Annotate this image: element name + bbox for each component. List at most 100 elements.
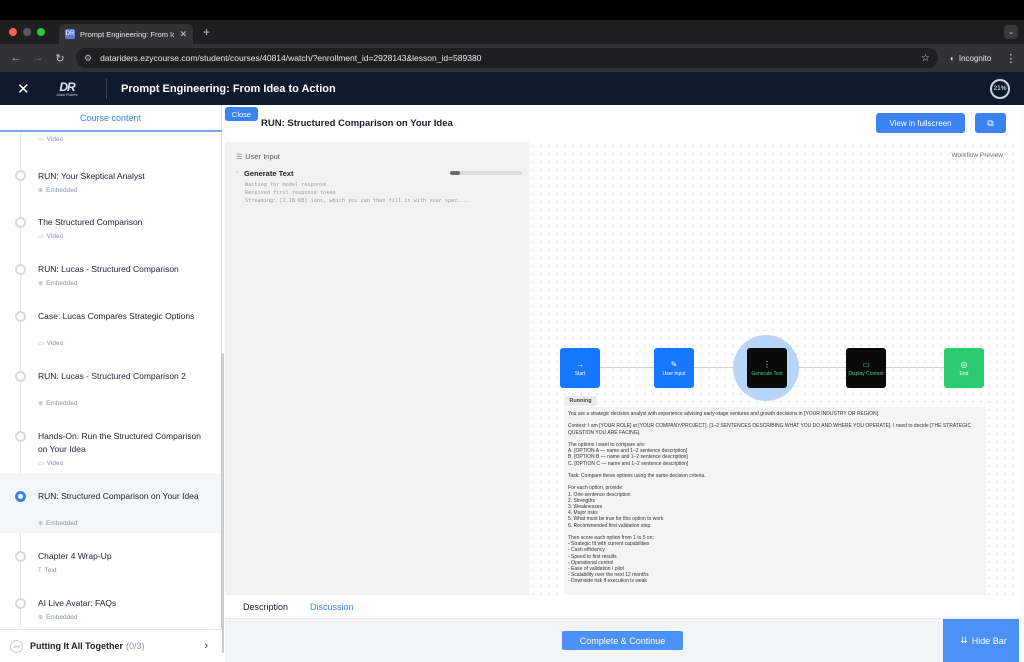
site-info-icon[interactable]: ⚙ [84,53,92,64]
section-title: Putting It All Together [30,641,123,651]
node-user-input[interactable]: ✎ User Input [654,348,694,388]
complete-continue-button[interactable]: Complete & Continue [562,631,683,650]
url-text[interactable]: datariders.ezycourse.com/student/courses… [100,53,913,63]
list-item[interactable]: The Structured Comparison ▭ Video [0,199,221,246]
next-section-link[interactable]: 0% Putting It All Together (0/3) › [0,629,222,662]
list-item[interactable]: ▭ Video [0,132,221,152]
lesson-title: Case: Lucas Compares Strategic Options [38,311,195,321]
item-type: ▭ Video [38,233,64,240]
minimize-window-dot[interactable] [23,28,31,36]
globe-icon: ⊕ [38,521,44,527]
workflow-preview-canvas[interactable]: Workflow Preview → Start ✎ User Input ⋮ … [529,142,1018,595]
edit-icon: ✎ [670,359,678,369]
tab-description[interactable]: Description [243,602,288,612]
logo-subtitle: Data Riders [56,91,78,97]
lesson-status-bullet [15,264,26,275]
video-icon: ▭ [38,341,44,347]
chevron-right-icon[interactable]: › [204,640,208,652]
node-generate-text[interactable]: ⋮ Generate Text [747,348,787,388]
lesson-status-bullet [15,311,26,322]
chevrons-down-icon: ⇊ [960,635,968,645]
output-line: Context: I am [YOUR ROLE] at [YOUR COMPA… [568,423,972,430]
log-line: Received first response token [245,190,336,196]
lesson-status-bullet [15,598,26,609]
hide-bar-button[interactable]: ⇊ Hide Bar [943,619,1024,662]
reload-icon[interactable]: ↻ [54,52,66,65]
list-item[interactable]: RUN: Lucas - Structured Comparison 2 ⊕ Em… [0,353,221,413]
workflow-embed: ☰ User Input ◜ Generate Text Waiting for… [225,142,1018,595]
forward-icon[interactable]: → [32,52,44,64]
list-item[interactable]: RUN: Lucas - Structured Comparison ⊕ Embe… [0,246,221,293]
tab-discussion[interactable]: Discussion [310,602,354,612]
lesson-status-bullet [15,551,26,562]
list-icon: ☰ [236,153,243,161]
user-input-label: ☰ User Input [236,152,280,161]
list-item[interactable]: Hands-On: Run the Structured Comparison … [0,413,221,473]
lesson-tabs: Description Discussion [225,595,1018,619]
tab-course-content[interactable]: Course content [0,105,222,132]
address-bar-row: ← → ↻ ⚙ datariders.ezycourse.com/student… [0,44,1024,72]
workflow-edge [886,367,944,368]
course-progress-ring: 21% [990,78,1010,99]
output-content[interactable]: You are a strategic decision analyst wit… [564,407,986,595]
hide-bar-label: Hide Bar [971,635,1007,646]
fullscreen-button[interactable]: View in fullscreen [876,113,965,133]
list-item[interactable]: Chapter 4 Wrap-Up T Text [0,533,221,580]
close-tab-icon[interactable]: ✕ [179,29,187,40]
lesson-title: RUN: Lucas - Structured Comparison 2 [38,371,186,381]
list-item[interactable]: RUN: Your Skeptical Analyst ⊕ Embedded [0,152,221,199]
incognito-icon: ◐ [950,53,955,63]
item-type: ⊕ Embedded [38,187,78,194]
generate-step-label: Generate Text [244,168,294,178]
close-button[interactable]: Close [225,107,258,121]
favicon-icon: DR [65,29,75,39]
section-count: (0/3) [126,641,145,651]
course-header: ✕ DR Data Riders Prompt Engineering: Fro… [0,72,1024,105]
node-start[interactable]: → Start [560,348,600,388]
workflow-edge [600,367,654,368]
browser-menu-icon[interactable]: ⋮ [1005,52,1016,65]
lesson-status-bullet [15,217,26,228]
video-icon: ▭ [38,137,44,143]
lesson-title: AI Live Avatar: FAQs [38,598,117,608]
browser-tab-bar: DR Prompt Engineering: From Ide ✕ + ⌄ [0,20,1024,44]
globe-icon: ⊕ [38,281,44,287]
course-title: Prompt Engineering: From Idea to Action [121,82,336,95]
maximize-window-dot[interactable] [37,28,45,36]
sidebar-scrollbar[interactable] [221,353,224,653]
node-display-content[interactable]: ▭ Display Content [846,348,886,388]
globe-icon: ⊕ [38,188,44,194]
video-icon: ▭ [38,234,44,240]
list-item[interactable]: Case: Lucas Compares Strategic Options ▭… [0,293,221,353]
lesson-title: RUN: Lucas - Structured Comparison [38,264,179,274]
logo[interactable]: DR Data Riders [53,81,81,97]
back-icon[interactable]: ← [10,52,22,64]
list-item[interactable]: AI Live Avatar: FAQs ⊕ Embedded [0,580,221,627]
item-type: ⊕ Embedded [38,400,78,407]
window-top-strip [0,0,1024,20]
close-window-dot[interactable] [9,28,17,36]
item-type: ▭ Video [38,460,64,467]
new-tab-icon[interactable]: + [203,25,210,39]
bookmark-star-icon[interactable]: ☆ [921,53,930,64]
log-line: Streaming: [2.18 KB] ions, which you can… [245,198,470,204]
bottom-bar: Complete & Continue ⇊ Hide Bar [225,619,1024,662]
list-item-active[interactable]: RUN: Structured Comparison on Your Idea … [0,473,221,533]
close-course-icon[interactable]: ✕ [17,80,31,98]
url-field[interactable]: ⚙ datariders.ezycourse.com/student/cours… [76,48,938,68]
incognito-indicator[interactable]: ◐ Incognito [950,54,991,63]
generate-progress-bar [450,171,522,175]
item-type: ▭ Video [38,340,64,347]
item-type: ▭ Video [38,136,64,143]
item-type: ⊕ Embedded [38,280,78,287]
tab-search-icon[interactable]: ⌄ [1004,25,1018,39]
browser-tab[interactable]: DR Prompt Engineering: From Ide ✕ [59,24,193,44]
node-end[interactable]: ◎ End [944,348,984,388]
generate-step-row: ◜ Generate Text [236,167,522,179]
copy-button[interactable]: ⧉ [975,113,1006,133]
globe-icon: ⊕ [38,615,44,621]
section-progress-ring: 0% [10,639,23,653]
workflow-log-panel: ☰ User Input ◜ Generate Text Waiting for… [225,142,529,595]
lesson-panel: Close RUN: Structured Comparison on Your… [225,105,1024,662]
content-scrollbar[interactable] [1019,105,1024,662]
